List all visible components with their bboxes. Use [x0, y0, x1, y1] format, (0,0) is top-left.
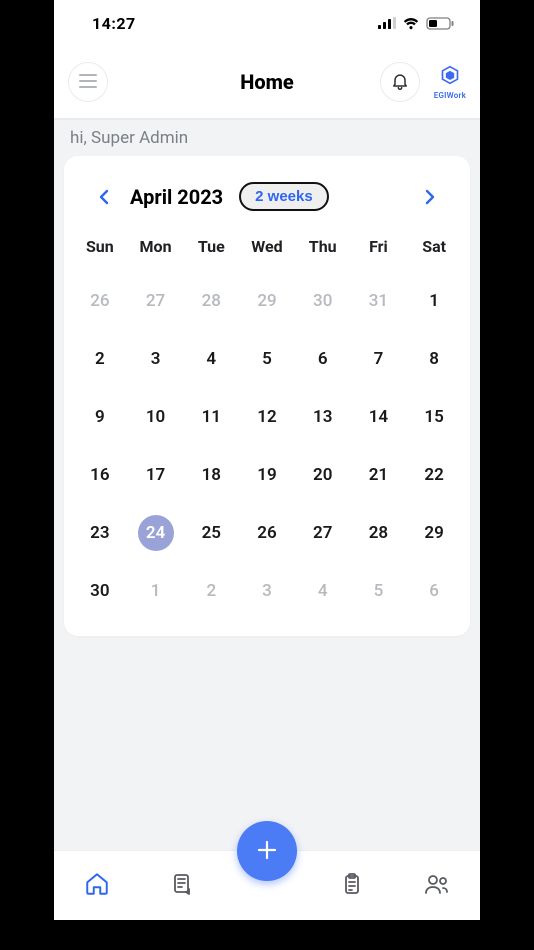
calendar-day[interactable]: 6	[406, 562, 462, 620]
calendar-dow: Fri	[351, 229, 407, 272]
page-title: Home	[240, 70, 294, 94]
calendar-day[interactable]: 20	[295, 446, 351, 504]
calendar-day[interactable]: 29	[406, 504, 462, 562]
tab-home[interactable]	[54, 871, 139, 901]
calendar-day[interactable]: 10	[128, 388, 184, 446]
calendar-day[interactable]: 2	[72, 330, 128, 388]
calendar-dow: Tue	[183, 229, 239, 272]
plus-icon	[256, 839, 278, 864]
tab-tasks[interactable]	[310, 872, 395, 900]
calendar-day[interactable]: 29	[239, 272, 295, 330]
calendar-day[interactable]: 1	[128, 562, 184, 620]
calendar-day[interactable]: 12	[239, 388, 295, 446]
brand-icon	[440, 65, 460, 89]
cellular-icon	[378, 17, 396, 29]
status-bar: 14:27	[54, 0, 480, 46]
calendar-day[interactable]: 3	[128, 330, 184, 388]
calendar-day[interactable]: 16	[72, 446, 128, 504]
calendar-day[interactable]: 28	[183, 272, 239, 330]
calendar-day[interactable]: 15	[406, 388, 462, 446]
calendar-day[interactable]: 18	[183, 446, 239, 504]
calendar-day[interactable]: 21	[351, 446, 407, 504]
calendar-day[interactable]: 13	[295, 388, 351, 446]
calendar-next-button[interactable]	[416, 183, 444, 211]
calendar-day[interactable]: 3	[239, 562, 295, 620]
tabbar	[54, 850, 480, 920]
chevron-left-icon	[98, 189, 110, 205]
calendar-day[interactable]: 23	[72, 504, 128, 562]
calendar-day[interactable]: 19	[239, 446, 295, 504]
calendar-dow: Thu	[295, 229, 351, 272]
calendar-day[interactable]: 25	[183, 504, 239, 562]
tab-people[interactable]	[395, 872, 480, 900]
calendar-day[interactable]: 8	[406, 330, 462, 388]
calendar-range-button[interactable]: 2 weeks	[239, 182, 329, 211]
calendar-prev-button[interactable]	[90, 183, 118, 211]
tab-documents[interactable]	[139, 872, 224, 900]
clipboard-icon	[340, 872, 364, 900]
calendar-day[interactable]: 9	[72, 388, 128, 446]
calendar-day[interactable]: 22	[406, 446, 462, 504]
calendar-header: April 2023 2 weeks	[72, 174, 462, 229]
calendar-day[interactable]: 26	[72, 272, 128, 330]
main-content: hi, Super Admin April 2023 2 weeks	[54, 120, 480, 850]
greeting-text: hi, Super Admin	[54, 120, 480, 156]
calendar-dow: Sat	[406, 229, 462, 272]
calendar-day[interactable]: 14	[351, 388, 407, 446]
calendar-day[interactable]: 27	[128, 272, 184, 330]
status-time: 14:27	[92, 14, 136, 33]
battery-icon	[426, 17, 454, 30]
calendar-day[interactable]: 1	[406, 272, 462, 330]
calendar-day[interactable]: 5	[351, 562, 407, 620]
calendar-day[interactable]: 7	[351, 330, 407, 388]
calendar-month-label: April 2023	[130, 185, 223, 209]
home-icon	[84, 871, 110, 901]
add-button[interactable]	[237, 821, 297, 881]
calendar-day[interactable]: 4	[183, 330, 239, 388]
bell-icon	[390, 71, 410, 94]
navbar: Home EGIWork	[54, 46, 480, 120]
calendar-day[interactable]: 27	[295, 504, 351, 562]
wifi-icon	[402, 17, 420, 30]
chevron-right-icon	[424, 189, 436, 205]
calendar-day[interactable]: 24	[128, 504, 184, 562]
calendar-day[interactable]: 31	[351, 272, 407, 330]
people-icon	[424, 872, 450, 900]
brand-logo[interactable]: EGIWork	[434, 65, 466, 100]
calendar-day[interactable]: 11	[183, 388, 239, 446]
status-icons	[378, 17, 454, 30]
calendar-dow: Sun	[72, 229, 128, 272]
calendar-dow: Wed	[239, 229, 295, 272]
menu-button[interactable]	[68, 62, 108, 102]
document-icon	[170, 872, 194, 900]
calendar-day[interactable]: 2	[183, 562, 239, 620]
calendar-day[interactable]: 30	[295, 272, 351, 330]
calendar-day[interactable]: 17	[128, 446, 184, 504]
calendar-dow: Mon	[128, 229, 184, 272]
calendar-day[interactable]: 26	[239, 504, 295, 562]
notifications-button[interactable]	[380, 62, 420, 102]
calendar-day[interactable]: 4	[295, 562, 351, 620]
calendar-day[interactable]: 30	[72, 562, 128, 620]
calendar-grid: SunMonTueWedThuFriSat2627282930311234567…	[72, 229, 462, 620]
calendar-card: April 2023 2 weeks SunMonTueWedThuFriSat…	[64, 156, 470, 636]
calendar-day[interactable]: 6	[295, 330, 351, 388]
menu-icon	[79, 74, 97, 91]
calendar-day[interactable]: 28	[351, 504, 407, 562]
brand-label: EGIWork	[434, 91, 466, 100]
calendar-day[interactable]: 5	[239, 330, 295, 388]
